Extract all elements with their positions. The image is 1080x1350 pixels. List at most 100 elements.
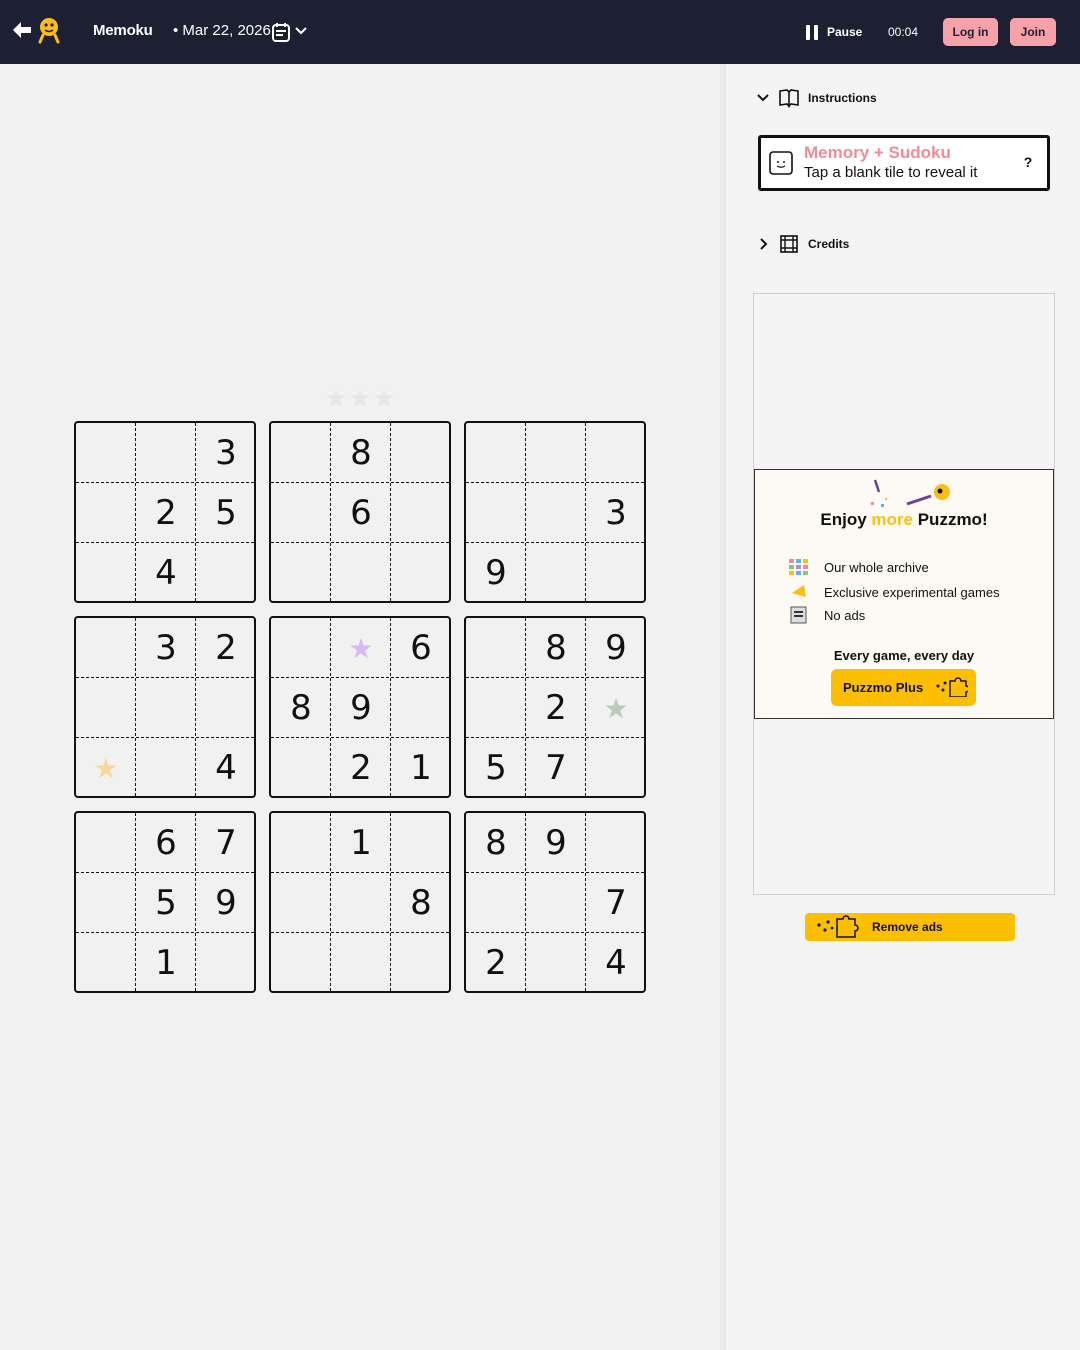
number-cell[interactable]: 9 (196, 873, 256, 933)
hidden-tile[interactable] (391, 933, 451, 993)
number-cell[interactable]: 4 (136, 543, 196, 603)
number-cell[interactable]: 9 (466, 543, 526, 603)
hidden-tile[interactable] (76, 618, 136, 678)
hidden-tile[interactable] (271, 873, 331, 933)
hidden-tile[interactable] (586, 813, 646, 873)
remove-ads-button[interactable]: Remove ads (805, 913, 1015, 941)
hidden-tile[interactable] (331, 933, 391, 993)
perk-experimental: Exclusive experimental games (788, 583, 1000, 601)
hidden-tile[interactable] (466, 873, 526, 933)
hidden-tile[interactable] (271, 618, 331, 678)
credits-toggle[interactable]: Credits (756, 234, 849, 254)
hidden-tile[interactable] (526, 423, 586, 483)
number-cell[interactable]: 8 (526, 618, 586, 678)
hidden-tile[interactable] (271, 423, 331, 483)
hidden-tile[interactable] (136, 423, 196, 483)
hidden-tile[interactable] (526, 483, 586, 543)
number-cell[interactable]: 1 (136, 933, 196, 993)
hidden-tile[interactable] (331, 543, 391, 603)
hidden-tile[interactable] (76, 933, 136, 993)
hidden-tile[interactable] (76, 873, 136, 933)
hidden-tile[interactable] (76, 423, 136, 483)
hidden-tile[interactable] (76, 813, 136, 873)
number-cell[interactable]: 1 (391, 738, 451, 798)
hidden-tile[interactable] (466, 618, 526, 678)
star-cell[interactable]: ★ (586, 678, 646, 738)
hidden-tile[interactable] (271, 813, 331, 873)
number-cell[interactable]: 4 (196, 738, 256, 798)
hidden-tile[interactable] (391, 678, 451, 738)
number-cell[interactable]: 3 (196, 423, 256, 483)
number-cell[interactable]: 2 (196, 618, 256, 678)
number-cell[interactable]: 4 (586, 933, 646, 993)
hidden-tile[interactable] (331, 873, 391, 933)
number-cell[interactable]: 7 (196, 813, 256, 873)
hidden-tile[interactable] (271, 738, 331, 798)
number-cell[interactable]: 8 (331, 423, 391, 483)
number-cell[interactable]: 7 (586, 873, 646, 933)
hidden-tile[interactable] (526, 933, 586, 993)
hidden-tile[interactable] (586, 543, 646, 603)
number-cell[interactable]: 9 (526, 813, 586, 873)
remove-ads-label: Remove ads (872, 920, 943, 934)
hidden-tile[interactable] (466, 483, 526, 543)
hidden-tile[interactable] (196, 678, 256, 738)
number-cell[interactable]: 2 (331, 738, 391, 798)
number-cell[interactable]: 1 (331, 813, 391, 873)
hidden-tile[interactable] (136, 678, 196, 738)
number-cell[interactable]: 5 (196, 483, 256, 543)
hidden-tile[interactable] (76, 678, 136, 738)
hidden-tile[interactable] (391, 813, 451, 873)
puzzmo-plus-button[interactable]: Puzzmo Plus (831, 669, 976, 706)
hidden-tile[interactable] (586, 738, 646, 798)
hidden-tile[interactable] (526, 873, 586, 933)
hidden-tile[interactable] (196, 543, 256, 603)
hidden-tile[interactable] (76, 543, 136, 603)
back-arrow-icon[interactable] (10, 18, 34, 42)
card-subtitle: Tap a blank tile to reveal it (804, 164, 978, 181)
chevron-down-icon[interactable] (294, 24, 308, 38)
number-cell[interactable]: 5 (466, 738, 526, 798)
number-cell[interactable]: 3 (136, 618, 196, 678)
number-cell[interactable]: 8 (391, 873, 451, 933)
number-cell[interactable]: 9 (331, 678, 391, 738)
number-cell[interactable]: 6 (331, 483, 391, 543)
number-cell[interactable]: 2 (136, 483, 196, 543)
star-cell[interactable]: ★ (76, 738, 136, 798)
pause-label: Pause (827, 25, 863, 39)
hidden-tile[interactable] (271, 483, 331, 543)
hidden-tile[interactable] (391, 483, 451, 543)
number-cell[interactable]: 8 (271, 678, 331, 738)
number-cell[interactable]: 3 (586, 483, 646, 543)
number-cell[interactable]: 9 (586, 618, 646, 678)
hidden-tile[interactable] (466, 678, 526, 738)
hidden-tile[interactable] (196, 933, 256, 993)
join-button[interactable]: Join (1010, 18, 1056, 46)
hidden-tile[interactable] (391, 423, 451, 483)
number-cell[interactable]: 2 (526, 678, 586, 738)
puzzmo-logo-icon[interactable] (36, 16, 62, 44)
number-cell[interactable]: 6 (391, 618, 451, 678)
hidden-tile[interactable] (271, 933, 331, 993)
puzzle-pieces-icon (817, 915, 859, 938)
calendar-icon[interactable] (271, 21, 291, 43)
number-cell[interactable]: 8 (466, 813, 526, 873)
pause-button[interactable]: Pause (806, 23, 862, 41)
hidden-tile[interactable] (526, 543, 586, 603)
star-cell[interactable]: ★ (331, 618, 391, 678)
number-cell[interactable]: 7 (526, 738, 586, 798)
number-cell[interactable]: 5 (136, 873, 196, 933)
hidden-tile[interactable] (136, 738, 196, 798)
hidden-tile[interactable] (391, 543, 451, 603)
instructions-toggle[interactable]: Instructions (756, 88, 877, 108)
help-button[interactable]: ? (1017, 151, 1039, 173)
hidden-tile[interactable] (466, 423, 526, 483)
number-cell[interactable]: 2 (466, 933, 526, 993)
book-icon (779, 89, 799, 108)
hidden-tile[interactable] (271, 543, 331, 603)
hidden-tile[interactable] (586, 423, 646, 483)
login-button[interactable]: Log in (943, 18, 998, 46)
number-cell[interactable]: 6 (136, 813, 196, 873)
hidden-tile[interactable] (76, 483, 136, 543)
game-date: • Mar 22, 2026 (173, 22, 271, 39)
